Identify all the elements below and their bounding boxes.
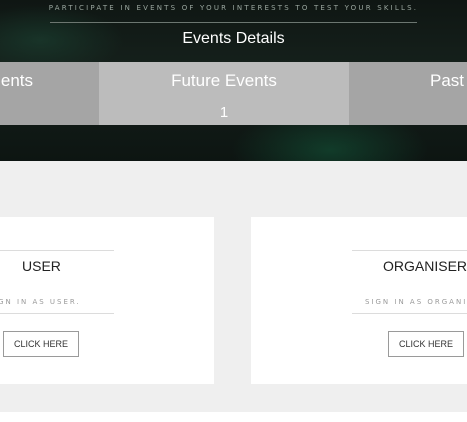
page-title: Events Details xyxy=(182,30,285,47)
tab-past-events[interactable]: Past xyxy=(349,62,467,125)
tab-label: Past xyxy=(430,71,465,90)
tab-label: Future Events xyxy=(171,71,277,90)
tab-future-events[interactable]: Future Events 1 xyxy=(99,62,349,125)
organiser-click-here-button[interactable]: CLICK HERE xyxy=(388,331,464,357)
card-divider xyxy=(352,250,467,251)
card-subtitle: Sign in as organis xyxy=(365,298,467,306)
card-title: USER xyxy=(22,258,61,274)
card-title: ORGANISER xyxy=(383,258,467,274)
login-options-section: USER ign in as user. CLICK HERE ORGANISE… xyxy=(0,161,467,412)
user-card: USER ign in as user. CLICK HERE xyxy=(0,217,214,384)
card-divider xyxy=(0,250,114,251)
user-click-here-button[interactable]: CLICK HERE xyxy=(3,331,79,357)
card-subtitle: ign in as user. xyxy=(0,298,81,306)
page: Participate in events of your interests … xyxy=(0,0,467,422)
card-divider xyxy=(0,313,114,314)
hero-tagline: Participate in events of your interests … xyxy=(48,4,419,12)
hero-divider xyxy=(50,22,417,23)
tab-count: 1 xyxy=(219,104,229,121)
tab-current-events[interactable]: ents xyxy=(0,62,99,125)
page-footer-strip xyxy=(0,412,467,422)
hero-header: Participate in events of your interests … xyxy=(0,0,467,161)
card-divider xyxy=(352,313,467,314)
organiser-card: ORGANISER Sign in as organis CLICK HERE xyxy=(251,217,467,384)
tab-label: ents xyxy=(0,71,33,90)
